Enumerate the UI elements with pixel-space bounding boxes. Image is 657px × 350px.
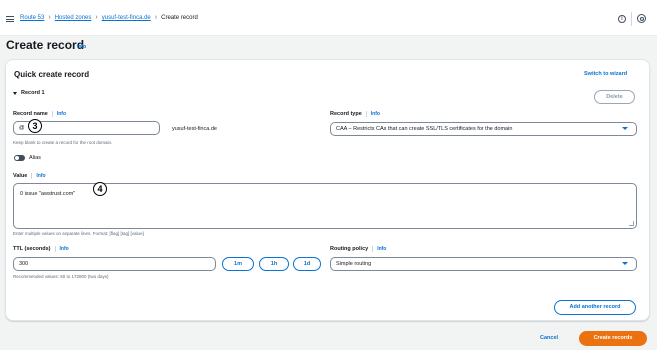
chevron-right-icon: › bbox=[95, 14, 98, 21]
ttl-1d-button[interactable]: 1d bbox=[293, 257, 321, 271]
routing-policy-selected: Simple routing bbox=[336, 261, 372, 267]
routing-policy-select[interactable]: Simple routing bbox=[330, 257, 637, 271]
menu-icon[interactable] bbox=[6, 16, 14, 22]
alias-label: Alias bbox=[29, 155, 41, 161]
record-type-info-link[interactable]: Info bbox=[371, 111, 380, 117]
record-expander-label: Record 1 bbox=[21, 90, 45, 96]
divider bbox=[51, 111, 53, 117]
ttl-value: 300 bbox=[19, 261, 29, 267]
add-another-record-button[interactable]: Add another record bbox=[554, 300, 636, 315]
info-icon[interactable]: i bbox=[618, 15, 626, 23]
record-type-label: Record type Info bbox=[330, 111, 380, 117]
divider bbox=[631, 12, 632, 26]
record-type-select[interactable]: CAA – Restricts CAs that can create SSL/… bbox=[330, 122, 637, 136]
ttl-1h-button[interactable]: 1h bbox=[259, 257, 289, 271]
ttl-1m-button[interactable]: 1m bbox=[222, 257, 254, 271]
value-text: 0 issue "awstrust.com" bbox=[20, 191, 76, 197]
caret-down-icon bbox=[622, 262, 628, 265]
value-hint: Enter multiple values on separate lines.… bbox=[13, 231, 144, 236]
delete-record-button[interactable]: Delete bbox=[594, 90, 635, 104]
routing-policy-info-link[interactable]: Info bbox=[377, 246, 386, 252]
record-name-label: Record name Info bbox=[13, 111, 66, 117]
breadcrumb-hosted-zones[interactable]: Hosted zones bbox=[55, 15, 92, 21]
breadcrumb-zone[interactable]: yusuf-test-finca.de bbox=[102, 15, 151, 21]
record-name-info-link[interactable]: Info bbox=[57, 111, 66, 117]
routing-policy-label-text: Routing policy bbox=[330, 246, 369, 252]
routing-policy-label: Routing policy Info bbox=[330, 246, 386, 252]
chevron-right-icon: › bbox=[154, 14, 158, 21]
create-records-button[interactable]: Create records bbox=[579, 331, 647, 346]
annotation-callout-3: 3 bbox=[28, 119, 42, 133]
divider bbox=[372, 246, 374, 252]
value-info-link[interactable]: Info bbox=[36, 173, 45, 179]
divider bbox=[31, 173, 33, 179]
breadcrumb-route53[interactable]: Route 53 bbox=[20, 15, 44, 21]
ttl-label-text: TTL (seconds) bbox=[13, 246, 51, 252]
ttl-info-link[interactable]: Info bbox=[60, 246, 69, 252]
record-name-label-text: Record name bbox=[13, 111, 48, 117]
page-title: Create record bbox=[6, 38, 85, 52]
divider bbox=[54, 246, 56, 252]
breadcrumb-current: Create record bbox=[161, 15, 198, 21]
switch-to-wizard-link[interactable]: Switch to wizard bbox=[584, 71, 627, 77]
record-name-hint: Keep blank to create a record for the ro… bbox=[13, 140, 113, 145]
caret-down-icon bbox=[622, 127, 628, 130]
annotation-callout-4: 4 bbox=[93, 182, 107, 196]
value-label-text: Value bbox=[13, 173, 28, 179]
chevron-right-icon: › bbox=[48, 14, 51, 21]
domain-suffix: yusuf-test-finca.de bbox=[172, 126, 217, 132]
record-type-label-text: Record type bbox=[330, 111, 362, 117]
record-name-value: @ bbox=[19, 125, 25, 131]
cancel-button[interactable]: Cancel bbox=[540, 335, 558, 341]
alias-toggle[interactable] bbox=[14, 155, 25, 161]
record-expander[interactable]: Record 1 bbox=[13, 90, 45, 96]
divider bbox=[365, 111, 367, 117]
record-type-selected: CAA – Restricts CAs that can create SSL/… bbox=[336, 126, 513, 132]
page-info-link[interactable]: Info bbox=[77, 44, 86, 50]
value-label: Value Info bbox=[13, 173, 46, 179]
panel-title: Quick create record bbox=[14, 70, 90, 79]
ttl-input[interactable]: 300 bbox=[13, 257, 216, 271]
ttl-label: TTL (seconds) Info bbox=[13, 246, 69, 252]
breadcrumb: Route 53 › Hosted zones › yusuf-test-fin… bbox=[20, 14, 198, 21]
ttl-hint: Recommended values: 60 to 172800 (two da… bbox=[13, 274, 109, 279]
resize-handle[interactable] bbox=[629, 221, 634, 226]
settings-icon[interactable] bbox=[637, 14, 646, 23]
caret-down-icon bbox=[13, 91, 17, 95]
